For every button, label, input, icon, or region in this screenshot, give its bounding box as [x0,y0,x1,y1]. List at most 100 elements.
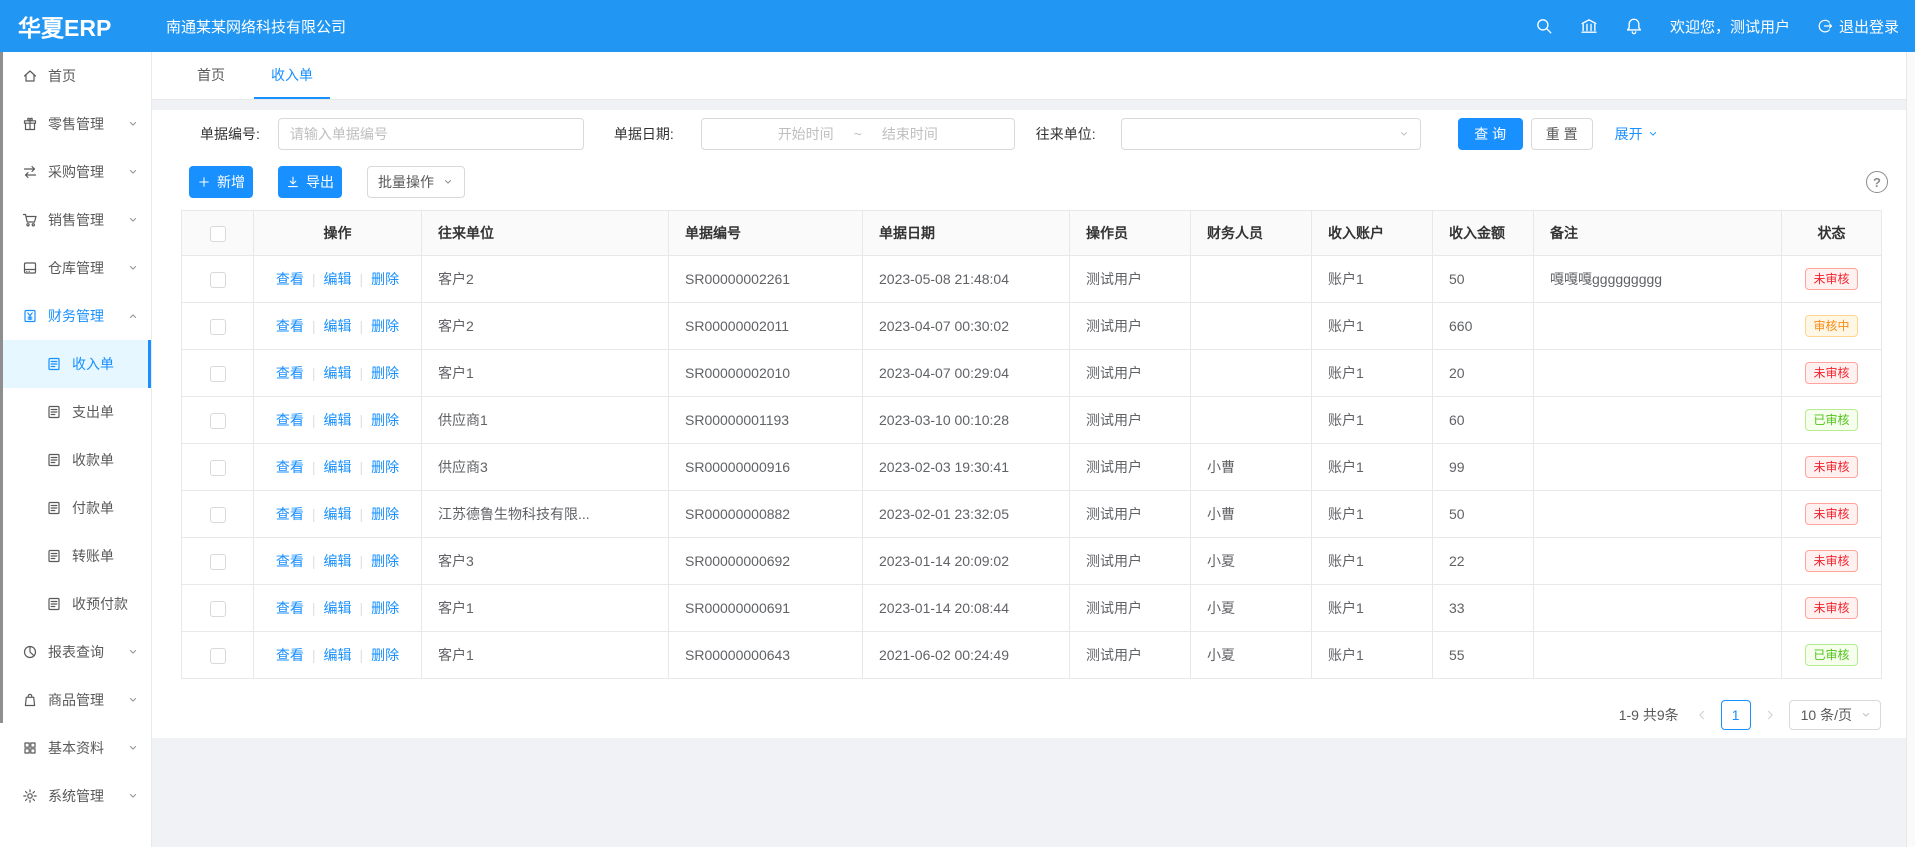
op-edit-link[interactable]: 编辑 [324,365,352,381]
chevron-down-icon [1647,128,1659,140]
cell-status: 未审核 [1782,491,1882,538]
reset-button[interactable]: 重 置 [1531,118,1593,150]
bell-icon[interactable] [1625,17,1643,35]
cell-account: 账户1 [1312,491,1433,538]
row-checkbox[interactable] [210,601,226,617]
sidebar-item-label: 首页 [48,66,76,86]
page-size-select[interactable]: 10 条/页 [1789,700,1881,730]
cell-finance [1191,303,1312,350]
row-checkbox[interactable] [210,460,226,476]
op-view-link[interactable]: 查看 [276,600,304,616]
column-header-unit: 往来单位 [422,211,669,256]
op-delete-link[interactable]: 删除 [371,506,399,522]
sidebar-item-goods[interactable]: 商品管理 [0,676,151,724]
layout: 首页零售管理采购管理销售管理仓库管理财务管理收入单支出单收款单付款单转账单收预付… [0,52,1915,847]
cell-unit: 客户1 [422,585,669,632]
cell-bill-no: SR00000002011 [669,303,863,350]
op-edit-link[interactable]: 编辑 [324,600,352,616]
batch-operation-button[interactable]: 批量操作 [367,166,465,198]
sidebar-item-retail[interactable]: 零售管理 [0,100,151,148]
export-button[interactable]: 导出 [278,166,342,198]
table-row: 查看|编辑|删除供应商3SR000000009162023-02-03 19:3… [182,444,1882,491]
sidebar-item-income-bill[interactable]: 收入单 [0,340,151,388]
search-button[interactable]: 查 询 [1458,118,1523,150]
export-label: 导出 [306,172,334,192]
search-icon[interactable] [1535,17,1553,35]
op-delete-link[interactable]: 删除 [371,271,399,287]
tab-income-bill[interactable]: 收入单 [254,52,330,99]
sidebar-item-basic[interactable]: 基本资料 [0,724,151,772]
sidebar-item-expense-bill[interactable]: 支出单 [0,388,151,436]
sidebar-item-report[interactable]: 报表查询 [0,628,151,676]
sidebar-item-system[interactable]: 系统管理 [0,772,151,820]
op-view-link[interactable]: 查看 [276,506,304,522]
add-label: 新增 [217,172,245,192]
page-button-1[interactable]: 1 [1721,700,1751,730]
tab-home[interactable]: 首页 [180,52,242,99]
op-edit-link[interactable]: 编辑 [324,553,352,569]
home-icon [22,68,38,84]
op-view-link[interactable]: 查看 [276,553,304,569]
op-edit-link[interactable]: 编辑 [324,412,352,428]
op-delete-link[interactable]: 删除 [371,459,399,475]
op-view-link[interactable]: 查看 [276,647,304,663]
window-scrollbar-track[interactable] [1906,52,1915,847]
row-checkbox[interactable] [210,272,226,288]
op-edit-link[interactable]: 编辑 [324,459,352,475]
date-separator: ~ [854,126,862,142]
prev-page-button[interactable] [1691,700,1713,730]
sidebar-item-purchase[interactable]: 采购管理 [0,148,151,196]
help-icon[interactable]: ? [1866,171,1888,193]
row-checkbox[interactable] [210,413,226,429]
sidebar-item-label: 系统管理 [48,786,104,806]
sidebar-item-sales[interactable]: 销售管理 [0,196,151,244]
op-delete-link[interactable]: 删除 [371,412,399,428]
column-header-bill_no: 单据编号 [669,211,863,256]
row-checkbox[interactable] [210,554,226,570]
sidebar-scrollbar[interactable] [0,52,3,723]
op-delete-link[interactable]: 删除 [371,600,399,616]
sidebar-item-transfer-bill[interactable]: 转账单 [0,532,151,580]
op-delete-link[interactable]: 删除 [371,365,399,381]
sidebar-item-receipt-bill[interactable]: 收款单 [0,436,151,484]
expand-link[interactable]: 展开 [1615,124,1659,144]
row-checkbox[interactable] [210,648,226,664]
op-delete-link[interactable]: 删除 [371,647,399,663]
bank-icon[interactable] [1580,17,1598,35]
cell-bill-no: SR00000002010 [669,350,863,397]
op-edit-link[interactable]: 编辑 [324,647,352,663]
cell-ops: 查看|编辑|删除 [254,350,422,397]
logout-button[interactable]: 退出登录 [1817,16,1899,37]
row-checkbox[interactable] [210,366,226,382]
cell-unit: 客户1 [422,632,669,679]
op-view-link[interactable]: 查看 [276,365,304,381]
op-edit-link[interactable]: 编辑 [324,271,352,287]
add-button[interactable]: 新增 [189,166,253,198]
sidebar-item-finance[interactable]: 财务管理 [0,292,151,340]
op-delete-link[interactable]: 删除 [371,318,399,334]
sidebar-item-home[interactable]: 首页 [0,52,151,100]
row-checkbox[interactable] [210,507,226,523]
op-view-link[interactable]: 查看 [276,459,304,475]
sidebar-item-warehouse[interactable]: 仓库管理 [0,244,151,292]
cell-operator: 测试用户 [1070,303,1191,350]
op-view-link[interactable]: 查看 [276,271,304,287]
sidebar-item-advance-receipt[interactable]: 收预付款 [0,580,151,628]
op-view-link[interactable]: 查看 [276,412,304,428]
bill-no-input[interactable] [278,118,584,150]
op-edit-link[interactable]: 编辑 [324,318,352,334]
op-separator: | [360,459,364,475]
select-all-checkbox[interactable] [210,226,226,242]
date-range-input[interactable]: 开始时间 ~ 结束时间 [701,118,1015,150]
next-page-button[interactable] [1759,700,1781,730]
column-header-ops: 操作 [254,211,422,256]
op-delete-link[interactable]: 删除 [371,553,399,569]
unit-select[interactable] [1121,118,1421,150]
sidebar-item-payment-bill[interactable]: 付款单 [0,484,151,532]
sidebar-item-label: 零售管理 [48,114,104,134]
status-badge: 未审核 [1805,597,1857,619]
op-edit-link[interactable]: 编辑 [324,506,352,522]
op-view-link[interactable]: 查看 [276,318,304,334]
op-separator: | [312,647,316,663]
row-checkbox[interactable] [210,319,226,335]
